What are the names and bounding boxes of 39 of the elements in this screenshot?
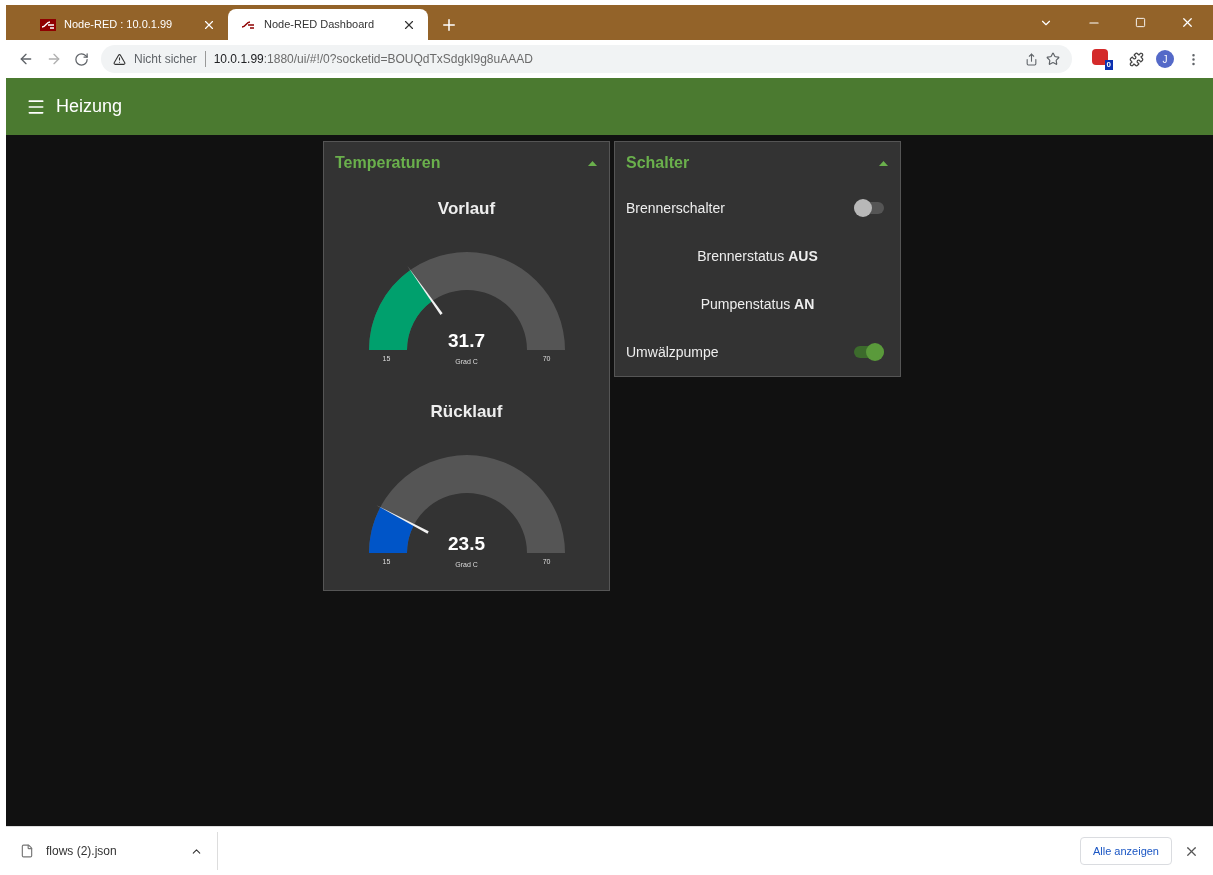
status-text: Pumpenstatus AN [700,294,815,314]
profile-avatar[interactable]: J [1156,50,1174,68]
gauge-value: 23.5 [448,533,485,553]
status-text: Brennerstatus AUS [697,246,818,266]
flow-logo-icon [240,18,256,31]
browser-tab[interactable]: Node-RED Dashboard [228,9,428,40]
extension-badge: 0 [1104,59,1113,70]
share-icon[interactable] [1025,52,1038,66]
tab-title: Node-RED Dashboard [264,17,376,33]
security-label: Nicht sicher [134,51,197,68]
bookmark-star-icon[interactable] [1046,52,1060,66]
browser-tab[interactable]: Node-RED : 10.0.1.99 [28,9,228,40]
address-bar[interactable]: Nicht sicher 10.0.1.99:1880/ui/#!/0?socketid=BOUQdTxSdgkI9g8uAAAD [101,45,1072,73]
gauge-needle [406,265,443,315]
gauge-title: Rücklauf [430,401,503,423]
gauge-value: 31.7 [448,330,485,350]
flow-logo-icon [40,18,56,31]
switch-label: Umwälzpumpe [626,342,719,362]
group-title: Schalter [626,153,690,173]
tab-title: Node-RED : 10.0.1.99 [64,17,174,33]
warning-icon [113,52,126,66]
group-title: Temperaturen [335,153,441,173]
back-icon[interactable] [18,51,34,67]
show-all-button[interactable]: Alle anzeigen [1079,837,1172,865]
toggle-switch[interactable] [854,346,884,358]
download-filename[interactable]: flows (2).json [46,842,178,860]
gauge-title: Vorlauf [437,198,496,220]
collapse-caret-icon[interactable] [588,160,597,166]
new-tab-icon[interactable] [440,16,458,34]
file-icon [20,844,34,858]
url-text: 10.0.1.99:1880/ui/#!/0?socketid=BOUQdTxSdgkI9g8uAAAD [213,51,533,68]
extensions-icon[interactable] [1129,51,1144,67]
dashboard-title: Heizung [56,95,123,118]
reload-icon[interactable] [74,51,89,67]
extension-icon[interactable] [1092,48,1108,65]
maximize-icon[interactable] [1135,17,1146,28]
switch-label: Brennerschalter [626,198,725,218]
toggle-switch[interactable] [854,202,884,214]
collapse-caret-icon[interactable] [879,160,888,166]
